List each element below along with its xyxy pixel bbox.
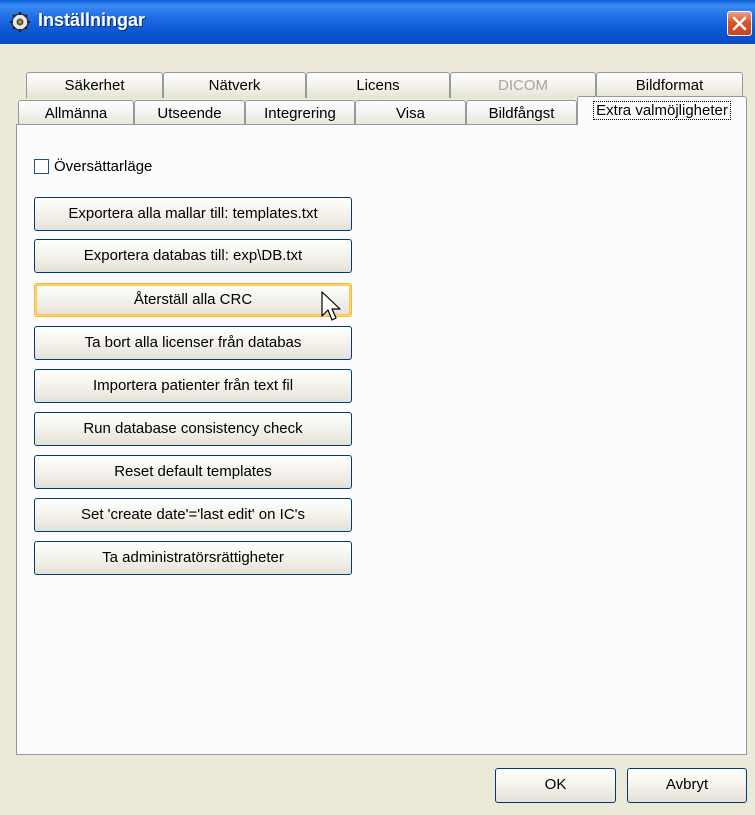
settings-window: Inställningar Säkerhet Nätverk Licens DI… (0, 0, 755, 815)
mouse-cursor-icon (321, 291, 341, 321)
tab-label: Licens (356, 77, 400, 94)
tab-label: Säkerhet (64, 77, 125, 94)
tab-panel: Översättarläge Exportera alla mallar til… (16, 124, 747, 755)
translator-mode-checkbox[interactable] (34, 159, 49, 174)
export-templates-button[interactable]: Exportera alla mallar till: templates.tx… (34, 197, 352, 231)
tab-allmanna[interactable]: Allmänna (18, 100, 134, 126)
translator-mode-label: Översättarläge (54, 158, 153, 175)
remove-licenses-button[interactable]: Ta bort alla licenser från databas (34, 326, 352, 360)
export-database-button[interactable]: Exportera databas till: exp\DB.txt (34, 239, 352, 273)
cancel-button[interactable]: Avbryt (627, 768, 747, 803)
title-bar[interactable]: Inställningar (0, 0, 755, 44)
admin-rights-button[interactable]: Ta administratörsrättigheter (34, 541, 352, 575)
import-patients-button[interactable]: Importera patienter från text fil (34, 369, 352, 403)
set-create-date-button[interactable]: Set 'create date'='last edit' on IC's (34, 498, 352, 532)
reset-templates-button[interactable]: Reset default templates (34, 455, 352, 489)
tab-bildfangst[interactable]: Bildfångst (466, 100, 577, 126)
close-button[interactable] (727, 11, 752, 36)
tab-integrering[interactable]: Integrering (245, 100, 355, 126)
consistency-check-button[interactable]: Run database consistency check (34, 412, 352, 446)
tab-natverk[interactable]: Nätverk (163, 72, 306, 98)
tab-visa[interactable]: Visa (355, 100, 466, 126)
tab-label: Utseende (157, 105, 222, 122)
tab-label: Bildfångst (488, 105, 555, 122)
tab-sakerhet[interactable]: Säkerhet (26, 72, 163, 98)
tab-extra-valmojligheter[interactable]: Extra valmöjligheter (577, 96, 747, 125)
tab-label: Nätverk (208, 77, 261, 94)
tab-label: Allmänna (44, 105, 108, 122)
tab-utseende[interactable]: Utseende (134, 100, 245, 126)
translator-mode-row[interactable]: Översättarläge (34, 158, 152, 175)
tab-licens[interactable]: Licens (306, 72, 450, 98)
tab-label: Extra valmöjligheter (593, 101, 731, 120)
tab-label: Visa (396, 105, 425, 122)
reset-crc-button[interactable]: Återställ alla CRC (34, 283, 352, 317)
close-icon (732, 16, 747, 31)
tab-label: Integrering (264, 105, 336, 122)
window-title: Inställningar (38, 10, 146, 30)
tab-label: DICOM (498, 77, 548, 94)
tab-bildformat[interactable]: Bildformat (596, 72, 743, 98)
app-icon (10, 12, 30, 32)
tab-dicom: DICOM (450, 72, 596, 98)
tab-label: Bildformat (635, 77, 704, 94)
ok-button[interactable]: OK (495, 768, 616, 803)
